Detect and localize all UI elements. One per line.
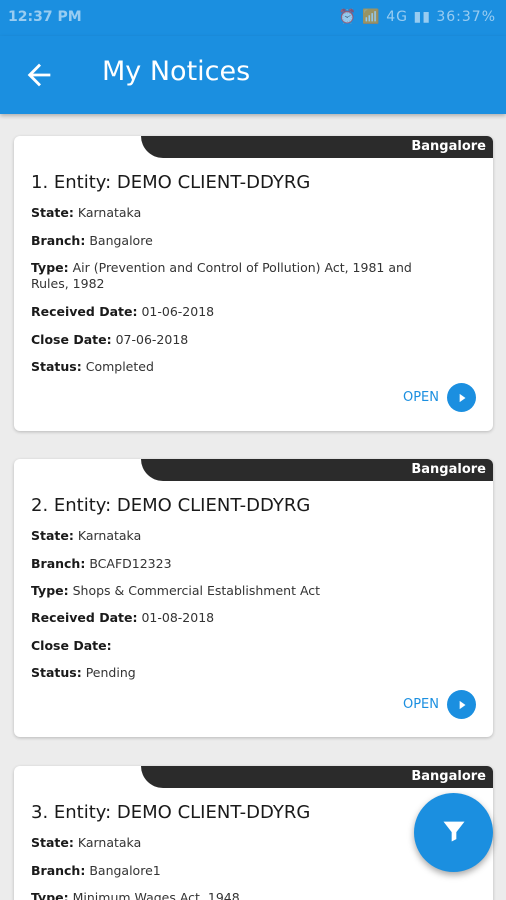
notice-status-row: Status: Completed (31, 359, 154, 374)
notice-type-row: Type: Air (Prevention and Control of Pol… (31, 260, 412, 291)
notice-type-row: Type: Shops & Commercial Establishment A… (31, 583, 321, 598)
notice-entity: 3. Entity: DEMO CLIENT-DDYRG (31, 802, 311, 823)
filter-button[interactable] (414, 793, 493, 872)
location-tag: Bangalore (141, 459, 493, 481)
notice-card[interactable]: Bangalore 1. Entity: DEMO CLIENT-DDYRG S… (14, 136, 493, 431)
open-button[interactable]: OPEN (403, 690, 476, 719)
notice-branch-row: Branch: BCAFD12323 (31, 556, 172, 571)
notice-entity: 1. Entity: DEMO CLIENT-DDYRG (31, 172, 311, 193)
location-tag: Bangalore (141, 766, 493, 788)
notice-close-row: Close Date: 07-06-2018 (31, 332, 189, 347)
notice-entity: 2. Entity: DEMO CLIENT-DDYRG (31, 495, 311, 516)
open-label: OPEN (402, 697, 439, 712)
notice-state-row: State: Karnataka (31, 528, 142, 543)
notice-close-row: Close Date: (31, 638, 112, 653)
notice-card[interactable]: Bangalore 2. Entity: DEMO CLIENT-DDYRG S… (14, 459, 493, 737)
status-icons: ⏰ 📶 4G ▮▮ 36:37% (338, 9, 496, 25)
notice-branch-row: Branch: Bangalore1 (31, 863, 161, 878)
status-time: 12:37 PM (8, 9, 82, 25)
notice-type-row: Type: Minimum Wages Act, 1948 (31, 890, 240, 900)
notice-branch-row: Branch: Bangalore (31, 233, 153, 248)
open-label: OPEN (402, 390, 439, 405)
play-icon (447, 383, 476, 412)
notice-status-row: Status: Pending (31, 665, 136, 680)
status-bar: 12:37 PM ⏰ 📶 4G ▮▮ 36:37% (0, 0, 506, 36)
notice-received-row: Received Date: 01-06-2018 (31, 304, 215, 319)
location-tag: Bangalore (141, 136, 493, 158)
back-arrow-icon[interactable] (22, 58, 56, 92)
notice-received-row: Received Date: 01-08-2018 (31, 610, 215, 625)
play-icon (447, 690, 476, 719)
notice-state-row: State: Karnataka (31, 835, 142, 850)
notice-state-row: State: Karnataka (31, 205, 142, 220)
open-button[interactable]: OPEN (403, 383, 476, 412)
app-bar: My Notices (0, 36, 506, 114)
filter-icon (440, 817, 468, 849)
page-title: My Notices (102, 56, 251, 87)
